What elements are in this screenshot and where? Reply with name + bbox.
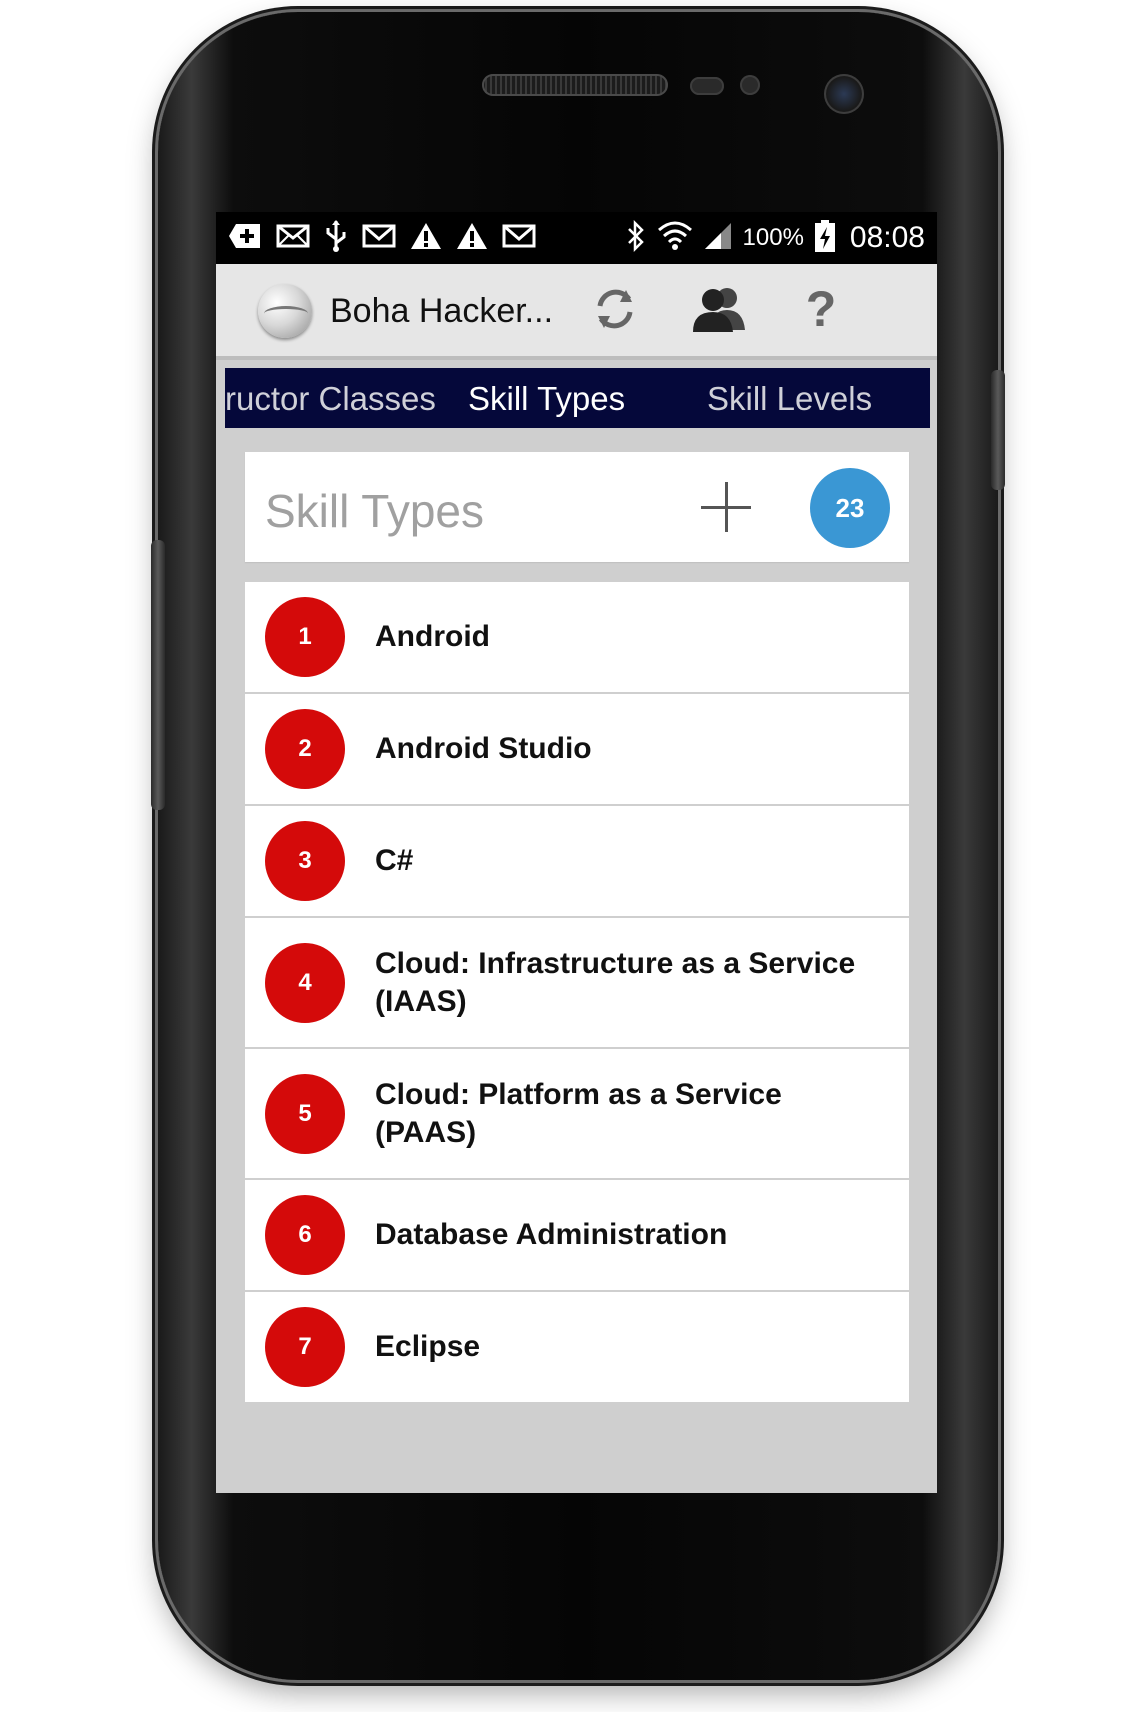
add-icon[interactable] <box>701 482 751 532</box>
warning-icon <box>410 222 442 255</box>
battery-percent: 100% <box>742 224 804 251</box>
item-number-badge: 3 <box>265 821 345 901</box>
wifi-icon <box>657 220 693 257</box>
list-item[interactable]: 3 C# <box>245 806 909 918</box>
help-glyph: ? <box>805 281 837 337</box>
warning-icon <box>456 222 488 255</box>
signal-icon <box>703 221 733 256</box>
sync-icon[interactable] <box>584 278 646 340</box>
list-header-title: Skill Types <box>265 485 485 537</box>
front-camera <box>824 74 864 114</box>
list-header: Skill Types 23 <box>245 452 909 562</box>
proximity-sensor <box>690 77 724 95</box>
item-label: Cloud: Platform as a Service (PAAS) <box>375 1077 782 1149</box>
list-item[interactable]: 1 Android <box>245 582 909 694</box>
app-title: Boha Hacker... <box>330 292 554 330</box>
status-bar: 100% 08:08 <box>216 212 937 264</box>
action-bar: Boha Hacker... ? <box>216 264 937 360</box>
tab-instructor-classes[interactable]: ructor Classes <box>225 380 436 418</box>
help-icon[interactable]: ? <box>790 278 852 340</box>
phone-screen: 100% 08:08 Boha Hacker... ? ructor Class… <box>216 212 937 1493</box>
mail-icon <box>276 224 310 253</box>
item-number-badge: 2 <box>265 709 345 789</box>
item-label: C# <box>375 844 414 877</box>
users-icon[interactable] <box>688 278 750 340</box>
add-icon <box>228 222 262 255</box>
gmail-icon <box>362 224 396 253</box>
bluetooth-icon <box>625 219 647 257</box>
item-label: Eclipse <box>375 1330 481 1363</box>
power-button <box>991 370 1005 490</box>
item-label: Database Administration <box>375 1218 728 1251</box>
item-number-badge: 4 <box>265 942 345 1023</box>
tab-strip: ructor Classes Skill Types Skill Levels <box>225 368 930 428</box>
tab-skill-types[interactable]: Skill Types <box>468 380 625 418</box>
status-clock: 08:08 <box>849 221 925 254</box>
count-badge: 23 <box>810 468 890 548</box>
tab-skill-levels[interactable]: Skill Levels <box>707 380 872 418</box>
list-item[interactable]: 6 Database Administration <box>245 1180 909 1292</box>
list-item[interactable]: 4 Cloud: Infrastructure as a Service (IA… <box>245 918 909 1049</box>
item-label: Android <box>375 620 490 653</box>
gmail-icon <box>502 224 536 253</box>
app-logo-icon[interactable] <box>258 284 312 338</box>
item-number-badge: 6 <box>265 1195 345 1275</box>
list-item[interactable]: 5 Cloud: Platform as a Service (PAAS) <box>245 1049 909 1180</box>
usb-icon <box>324 219 348 258</box>
earpiece-speaker <box>482 74 668 96</box>
list-item[interactable]: 2 Android Studio <box>245 694 909 806</box>
item-number-badge: 7 <box>265 1307 345 1387</box>
item-number-badge: 1 <box>265 597 345 677</box>
item-number-badge: 5 <box>265 1073 345 1154</box>
item-label: Android Studio <box>375 732 592 765</box>
battery-charging-icon <box>814 219 836 258</box>
light-sensor <box>740 75 760 95</box>
item-label: Cloud: Infrastructure as a Service (IAAS… <box>375 946 856 1018</box>
skill-type-list: 1 Android 2 Android Studio 3 C# 4 Cloud:… <box>245 582 909 1404</box>
list-item[interactable]: 7 Eclipse <box>245 1292 909 1404</box>
volume-button <box>151 540 165 810</box>
